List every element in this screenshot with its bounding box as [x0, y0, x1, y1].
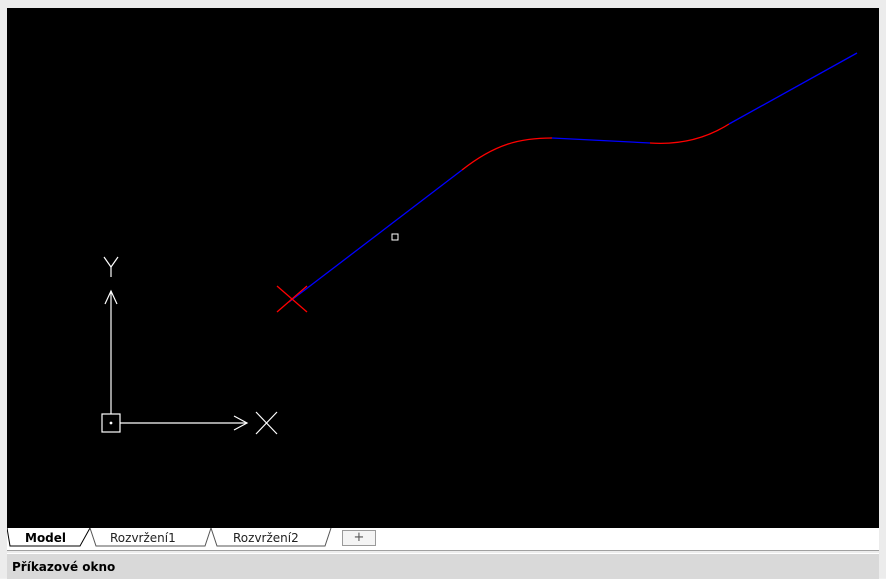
segment-arc-1[interactable] [461, 137, 553, 171]
segment-line-1[interactable] [288, 169, 463, 303]
drawing-canvas[interactable] [7, 8, 879, 528]
ucs-icon [101, 289, 249, 433]
start-point-marker [276, 285, 308, 313]
app-frame: Model Rozvržení1 Rozvržení2 + Příkazové … [0, 0, 886, 579]
layout-tabs-bar: Model Rozvržení1 Rozvržení2 + [7, 528, 879, 551]
ucs-y-letter [103, 256, 119, 277]
drawing-svg[interactable] [7, 8, 879, 528]
tab-rozvrzeni1[interactable]: Rozvržení1 [110, 531, 176, 545]
cursor-pickbox [391, 233, 399, 241]
tab-rozvrzeni2[interactable]: Rozvržení2 [233, 531, 299, 545]
ucs-x-letter [255, 411, 278, 435]
segment-line-2[interactable] [551, 137, 651, 144]
segment-arc-2[interactable] [649, 123, 730, 144]
segment-line-3[interactable] [728, 52, 858, 125]
tab-model[interactable]: Model [25, 531, 66, 545]
add-layout-button[interactable]: + [342, 530, 376, 546]
command-window-header[interactable]: Příkazové okno [7, 553, 879, 579]
command-window-title: Příkazové okno [12, 560, 116, 574]
